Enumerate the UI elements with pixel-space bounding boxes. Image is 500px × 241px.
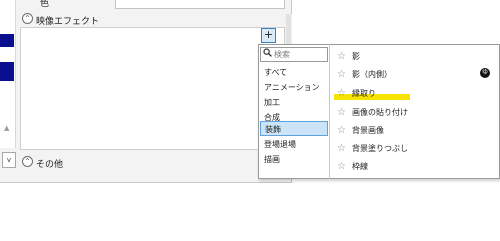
clip-swatch-1[interactable] <box>0 34 14 47</box>
effect-item[interactable]: ☆ 画像の貼り付け <box>331 103 496 122</box>
collapse-video-effects-icon[interactable]: ^ <box>22 13 33 24</box>
star-icon[interactable]: ☆ <box>337 143 346 154</box>
collapse-other-icon[interactable]: ^ <box>22 156 33 167</box>
effect-label: 背景塗りつぶし <box>351 144 409 153</box>
category-item[interactable]: すべて <box>260 65 328 80</box>
star-icon[interactable]: ☆ <box>337 51 346 62</box>
category-item[interactable]: 描画 <box>260 152 328 167</box>
search-placeholder: 検索 <box>274 50 290 59</box>
other-section-label: その他 <box>36 160 64 170</box>
effect-item-highlighted[interactable]: ☆ 縁取り <box>331 84 496 103</box>
category-item[interactable]: 加工 <box>260 95 328 110</box>
video-effects-list <box>20 27 285 150</box>
star-icon[interactable]: ☆ <box>337 88 346 99</box>
add-effect-button[interactable]: + <box>261 28 276 43</box>
category-item[interactable]: 登場退場 <box>260 137 328 152</box>
effect-item[interactable]: ☆ 影 <box>331 47 496 66</box>
effect-item[interactable]: ☆ 枠線 <box>331 157 496 176</box>
scroll-up-arrow-icon[interactable]: ▲ <box>4 124 9 132</box>
star-icon[interactable]: ☆ <box>337 69 346 80</box>
star-icon[interactable]: ☆ <box>337 161 346 172</box>
effect-item[interactable]: ☆ 背景画像 <box>331 121 496 140</box>
star-icon[interactable]: ☆ <box>337 125 346 136</box>
effect-label: 背景画像 <box>351 126 384 135</box>
effect-item[interactable]: ☆ 影（内側） <box>331 65 496 84</box>
effect-label: 枠線 <box>351 162 368 171</box>
video-effects-label: 映像エフェクト <box>36 17 100 27</box>
chevron-down-icon[interactable]: v <box>2 152 16 168</box>
effect-label: 画像の貼り付け <box>351 108 408 117</box>
category-item-selected[interactable]: 装飾 <box>260 121 328 136</box>
effect-item[interactable]: ☆ 背景塗りつぶし <box>331 139 496 158</box>
color-label: 色 <box>40 0 50 9</box>
magnifier-icon <box>263 48 272 60</box>
category-item[interactable]: アニメーション <box>260 80 328 95</box>
star-icon[interactable]: ☆ <box>337 107 346 118</box>
clip-swatch-2[interactable] <box>0 62 14 81</box>
effect-badge: ゆ <box>480 68 490 78</box>
effect-label: 影（内側） <box>351 70 392 79</box>
color-field[interactable] <box>115 0 285 9</box>
effect-label: 縁取り <box>351 89 376 98</box>
effect-label: 影 <box>351 52 360 61</box>
